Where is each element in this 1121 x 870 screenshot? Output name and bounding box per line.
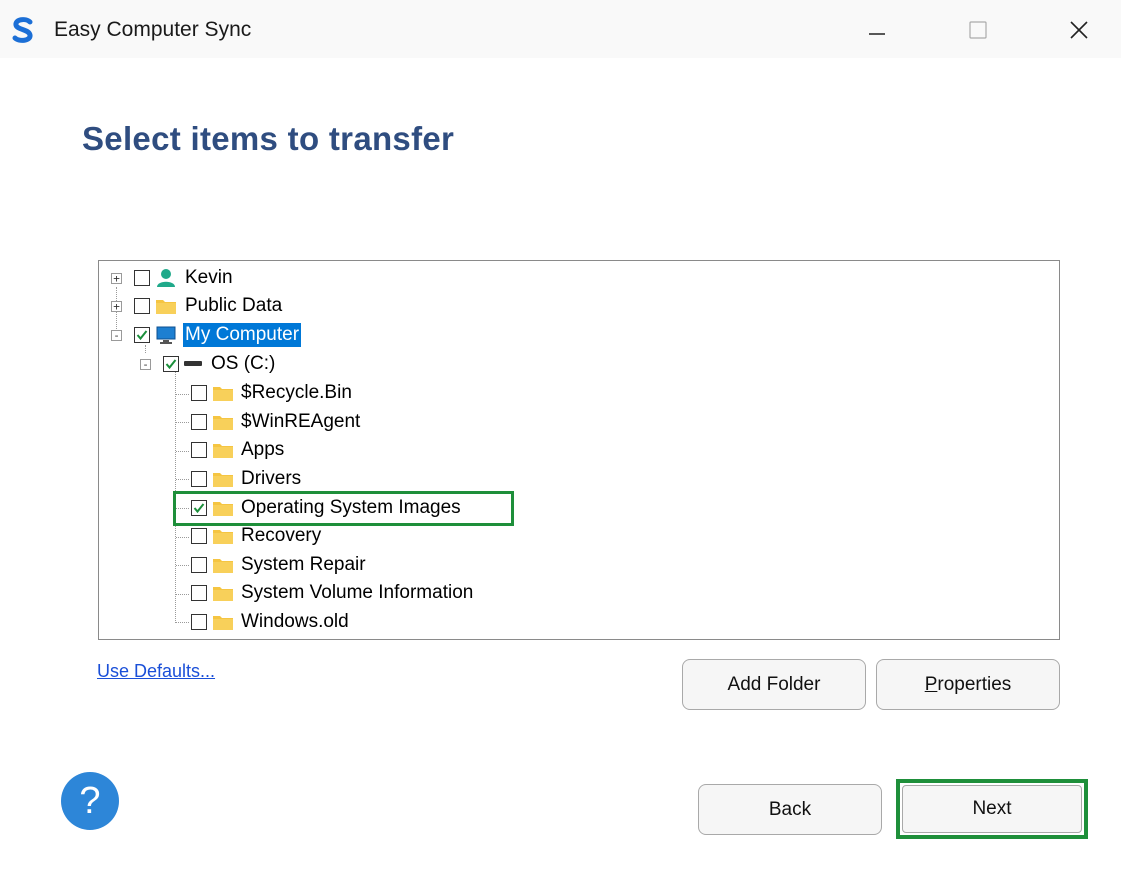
tree-item-recycle-bin[interactable]: $Recycle.Bin [99, 379, 499, 405]
folder-icon [213, 416, 233, 430]
public-data-checkbox[interactable] [134, 298, 150, 314]
app-logo-icon [12, 17, 33, 43]
close-button[interactable] [1048, 8, 1108, 52]
expand-icon[interactable]: + [111, 273, 122, 284]
checkmark-icon [136, 330, 148, 341]
user-icon [157, 269, 175, 287]
properties-label-rest: roperties [937, 673, 1012, 695]
properties-mnemonic: P [924, 673, 938, 695]
tree-item-label: Public Data [185, 295, 283, 316]
folder-icon [213, 559, 233, 573]
add-folder-label: Add Folder [727, 673, 821, 695]
help-button[interactable]: ? [61, 772, 119, 830]
expand-icon[interactable]: + [111, 301, 122, 312]
folder-icon [156, 300, 176, 314]
tree-item-windows-old[interactable]: Windows.old [99, 608, 499, 634]
page-title: Select items to transfer [82, 120, 455, 157]
close-icon [1070, 21, 1088, 39]
my-computer-checkbox[interactable] [134, 327, 150, 343]
recovery-checkbox[interactable] [191, 528, 207, 544]
tree-item-label: $WinREAgent [241, 411, 361, 432]
tree-item-os-drive[interactable]: - OS (C:) [99, 351, 399, 377]
folder-icon [213, 616, 233, 630]
tree-item-kevin[interactable]: + Kevin [99, 265, 399, 291]
windows-old-checkbox[interactable] [191, 614, 207, 630]
tree-item-label: Recovery [241, 525, 322, 546]
folder-icon [213, 587, 233, 601]
folder-icon [213, 387, 233, 401]
folder-icon [213, 530, 233, 544]
tree-item-system-repair[interactable]: System Repair [99, 551, 499, 577]
tree-item-label: System Volume Information [241, 582, 474, 603]
tree-item-label: Apps [241, 439, 285, 460]
system-volume-information-checkbox[interactable] [191, 585, 207, 601]
system-repair-checkbox[interactable] [191, 557, 207, 573]
tree-item-apps[interactable]: Apps [99, 436, 499, 462]
tree-item-label: Kevin [185, 267, 233, 288]
items-tree-view[interactable]: + Kevin + Public Data - My Computer - OS… [98, 260, 1060, 640]
maximize-button[interactable] [948, 8, 1008, 52]
tree-item-my-computer[interactable]: - My Computer [99, 322, 399, 348]
tree-item-drivers[interactable]: Drivers [99, 465, 499, 491]
tree-item-label: $Recycle.Bin [241, 382, 352, 403]
tree-item-winreagent[interactable]: $WinREAgent [99, 408, 499, 434]
folder-icon [213, 473, 233, 487]
tree-item-label: My Computer [183, 323, 302, 347]
collapse-icon[interactable]: - [140, 359, 151, 370]
back-label: Back [768, 798, 812, 820]
collapse-icon[interactable]: - [111, 330, 122, 341]
highlight-frame [896, 779, 1088, 839]
kevin-checkbox[interactable] [134, 270, 150, 286]
maximize-icon [969, 21, 987, 39]
tree-item-label: System Repair [241, 554, 366, 575]
back-button[interactable]: Back [698, 784, 882, 835]
properties-label: Properties [925, 674, 1012, 696]
os-drive-checkbox[interactable] [163, 356, 179, 372]
tree-item-label: Drivers [241, 468, 302, 489]
monitor-icon [156, 326, 176, 344]
help-icon: ? [79, 779, 101, 822]
minimize-button[interactable] [848, 8, 908, 52]
title-bar: Easy Computer Sync [0, 0, 1121, 58]
properties-button[interactable]: Properties [876, 659, 1060, 710]
tree-item-system-volume-information[interactable]: System Volume Information [99, 579, 559, 605]
tree-item-label: OS (C:) [211, 353, 276, 374]
apps-checkbox[interactable] [191, 442, 207, 458]
add-folder-button[interactable]: Add Folder [682, 659, 866, 710]
use-defaults-link[interactable]: Use Defaults... [97, 661, 215, 682]
window-title: Easy Computer Sync [54, 18, 252, 41]
winreagent-checkbox[interactable] [191, 414, 207, 430]
folder-icon [213, 444, 233, 458]
drive-icon [184, 361, 202, 366]
tree-item-label: Windows.old [241, 611, 349, 632]
recycle-bin-checkbox[interactable] [191, 385, 207, 401]
drivers-checkbox[interactable] [191, 471, 207, 487]
highlight-frame [173, 491, 514, 526]
tree-item-public-data[interactable]: + Public Data [99, 293, 399, 319]
checkmark-icon [165, 359, 177, 370]
minimize-icon [869, 33, 885, 35]
